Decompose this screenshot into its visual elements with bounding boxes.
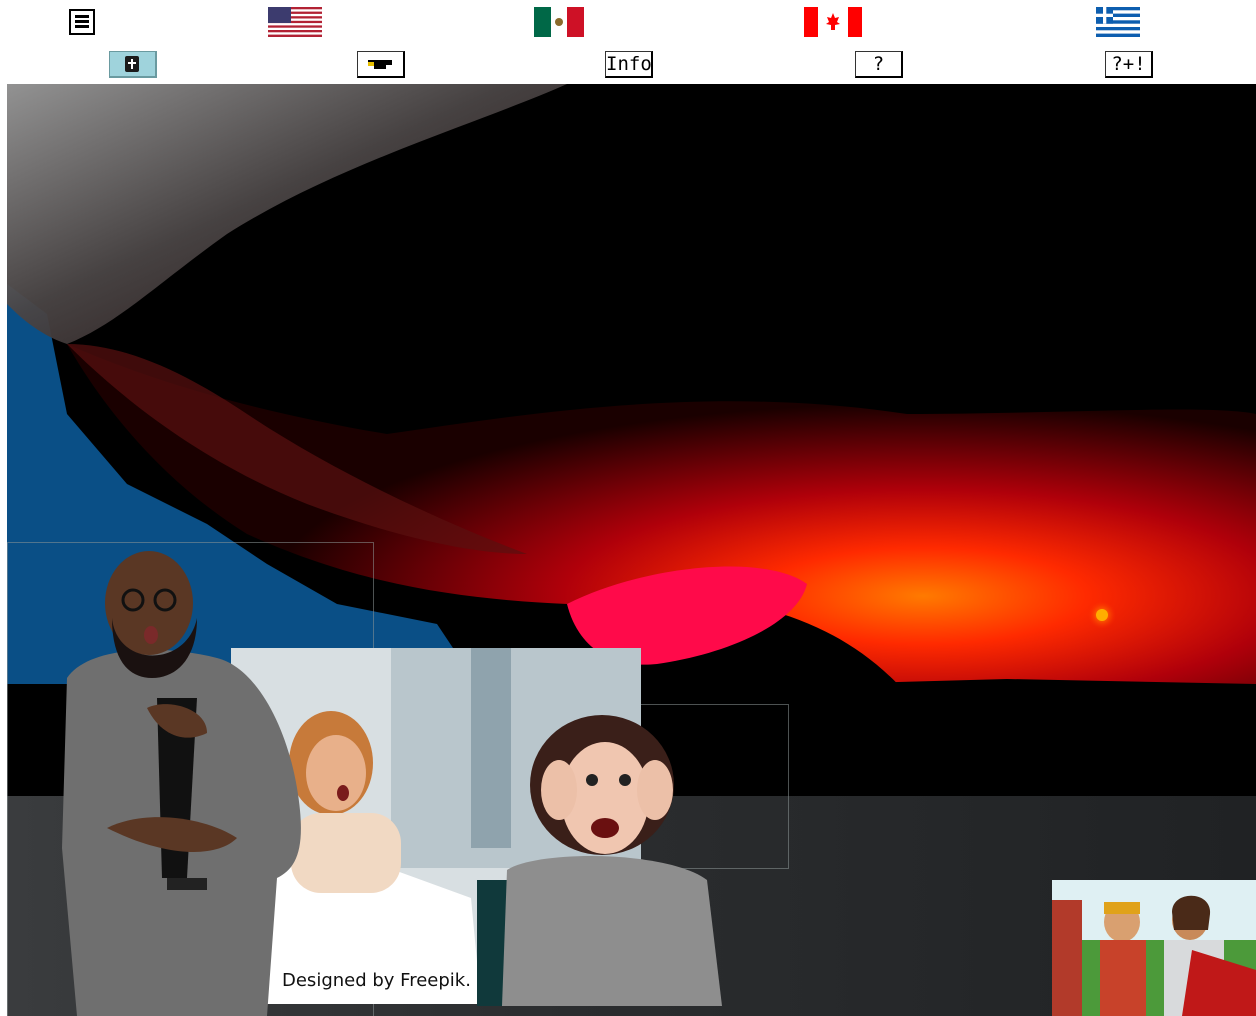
bible-illustration-image[interactable] <box>1052 880 1256 1016</box>
usa-flag-icon[interactable] <box>268 7 322 37</box>
hamburger-menu-icon[interactable] <box>69 9 95 35</box>
nav-button-bar: Info ? ?+! <box>0 48 1256 82</box>
graduation-button[interactable] <box>357 51 405 78</box>
graduation-cap-icon <box>368 60 394 69</box>
screaming-woman-photo <box>477 710 727 1006</box>
canada-flag-icon[interactable] <box>804 7 862 37</box>
hero-image <box>7 84 1256 1016</box>
shocked-man-photo <box>47 548 309 1016</box>
image-credit: Designed by Freepik. <box>282 970 471 991</box>
greece-flag-icon[interactable] <box>1096 7 1140 37</box>
info-button[interactable]: Info <box>605 51 653 78</box>
language-bar <box>0 0 1256 44</box>
page: Info ? ?+! Designed by Freepik. <box>0 0 1256 1016</box>
more-help-button[interactable]: ?+! <box>1105 51 1153 78</box>
help-button[interactable]: ? <box>855 51 903 78</box>
bible-button[interactable] <box>109 51 157 78</box>
mexico-flag-icon[interactable] <box>534 7 584 37</box>
bible-cross-icon <box>125 56 139 72</box>
